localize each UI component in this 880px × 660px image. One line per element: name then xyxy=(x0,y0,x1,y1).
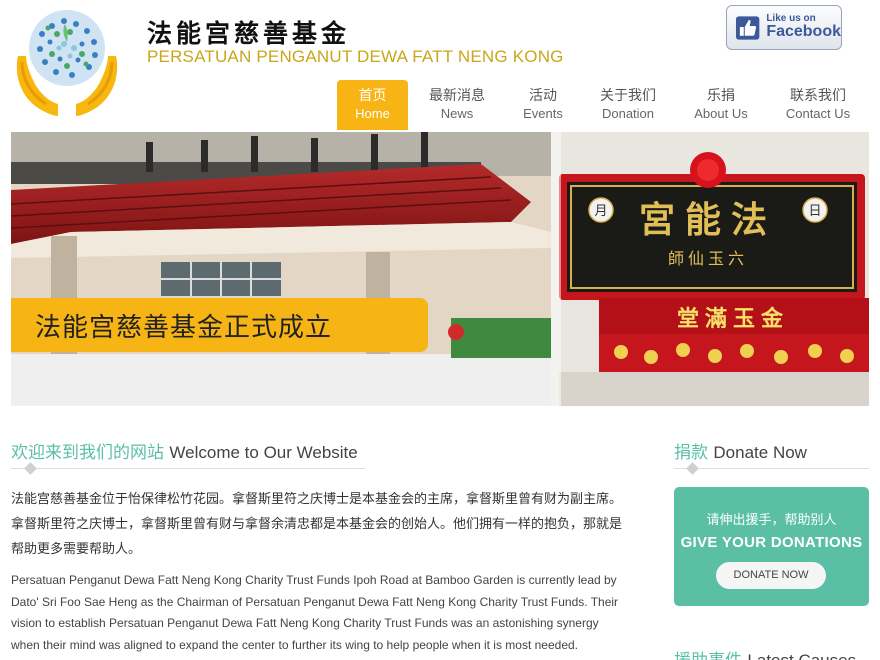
donate-heading-en: Donate Now xyxy=(713,443,807,462)
nav-item-contact-us[interactable]: 联系我们 Contact Us xyxy=(777,80,859,130)
banner-caption-text: 法能宫慈善基金正式成立 xyxy=(35,312,333,343)
donate-text-cn: 请伸出援手，帮助别人 xyxy=(706,513,837,528)
nav-item-news[interactable]: 最新消息 News xyxy=(419,80,495,130)
donate-box: 请伸出援手，帮助别人 GIVE YOUR DONATIONS DONATE NO… xyxy=(674,487,869,606)
welcome-heading: 欢迎来到我们的网站 Welcome to Our Website xyxy=(11,438,358,463)
red-board-text: 堂滿玉金 xyxy=(677,306,789,332)
nav-label-cn: 联系我们 xyxy=(790,88,846,105)
nav-label-en: Contact Us xyxy=(785,105,851,121)
hero-banner: 月 日 宮能法 師仙玉六 堂滿玉金 法能宫慈善基金正式成立 xyxy=(11,132,869,406)
site-title-english: PERSATUAN PENGANUT DEWA FATT NENG KONG xyxy=(147,47,564,66)
welcome-paragraph-cn: 法能宫慈善基金位于怡保律松竹花园。拿督斯里符之庆博士是本基金会的主席，拿督斯里曾… xyxy=(11,492,623,557)
sign-sub-text: 師仙玉六 xyxy=(668,249,748,268)
nav-item-home[interactable]: 首页 Home xyxy=(337,80,408,130)
banner-caption: 法能宫慈善基金正式成立 xyxy=(11,298,428,352)
donate-heading: 捐款 Donate Now xyxy=(674,438,807,463)
causes-heading-cn: 援助事件 xyxy=(674,651,742,660)
nav-label-en: News xyxy=(440,105,474,121)
nav-item-events[interactable]: 活动 Events xyxy=(508,80,578,130)
donate-now-button[interactable]: DONATE NOW xyxy=(716,562,826,589)
nav-label-cn: 关于我们 xyxy=(600,88,656,105)
sign-left-text: 月 xyxy=(594,204,607,219)
sign-main-text: 宮能法 xyxy=(639,199,777,241)
nav-label-cn: 最新消息 xyxy=(429,88,485,105)
banner-photo: 月 日 宮能法 師仙玉六 堂滿玉金 xyxy=(11,132,869,406)
thumbs-up-icon xyxy=(735,15,760,40)
latest-causes-heading: 援助事件 Latest Causes xyxy=(674,646,856,660)
welcome-heading-cn: 欢迎来到我们的网站 xyxy=(11,443,164,463)
causes-heading-en: Latest Causes xyxy=(747,651,856,660)
nav-label-cn: 活动 xyxy=(529,88,557,105)
nav-item-about-us[interactable]: 乐捐 About Us xyxy=(685,80,757,130)
welcome-divider-diamond xyxy=(24,462,37,475)
nav-label-cn: 首页 xyxy=(358,88,387,105)
nav-label-en: Home xyxy=(355,105,390,121)
site-title-chinese: 法能宫慈善基金 xyxy=(147,19,351,48)
nav-label-en: About Us xyxy=(694,105,748,121)
welcome-divider xyxy=(11,468,365,469)
nav-label-en: Events xyxy=(523,105,563,121)
donate-heading-cn: 捐款 xyxy=(674,443,708,463)
facebook-like-button[interactable]: Like us on Facebook xyxy=(726,5,842,50)
facebook-like-brand-text: Facebook xyxy=(766,23,841,41)
donate-divider xyxy=(674,468,869,469)
donate-text-en: GIVE YOUR DONATIONS xyxy=(680,534,863,551)
sign-right-text: 日 xyxy=(808,204,821,219)
donate-divider-diamond xyxy=(686,462,699,475)
nav-item-donation[interactable]: 关于我们 Donation xyxy=(590,80,666,130)
nav-label-en: Donation xyxy=(601,105,655,121)
welcome-paragraph-en: Persatuan Penganut Dewa Fatt Neng Kong C… xyxy=(11,573,619,652)
site-logo[interactable] xyxy=(12,4,122,122)
nav-label-cn: 乐捐 xyxy=(707,88,735,105)
welcome-heading-en: Welcome to Our Website xyxy=(169,443,358,462)
